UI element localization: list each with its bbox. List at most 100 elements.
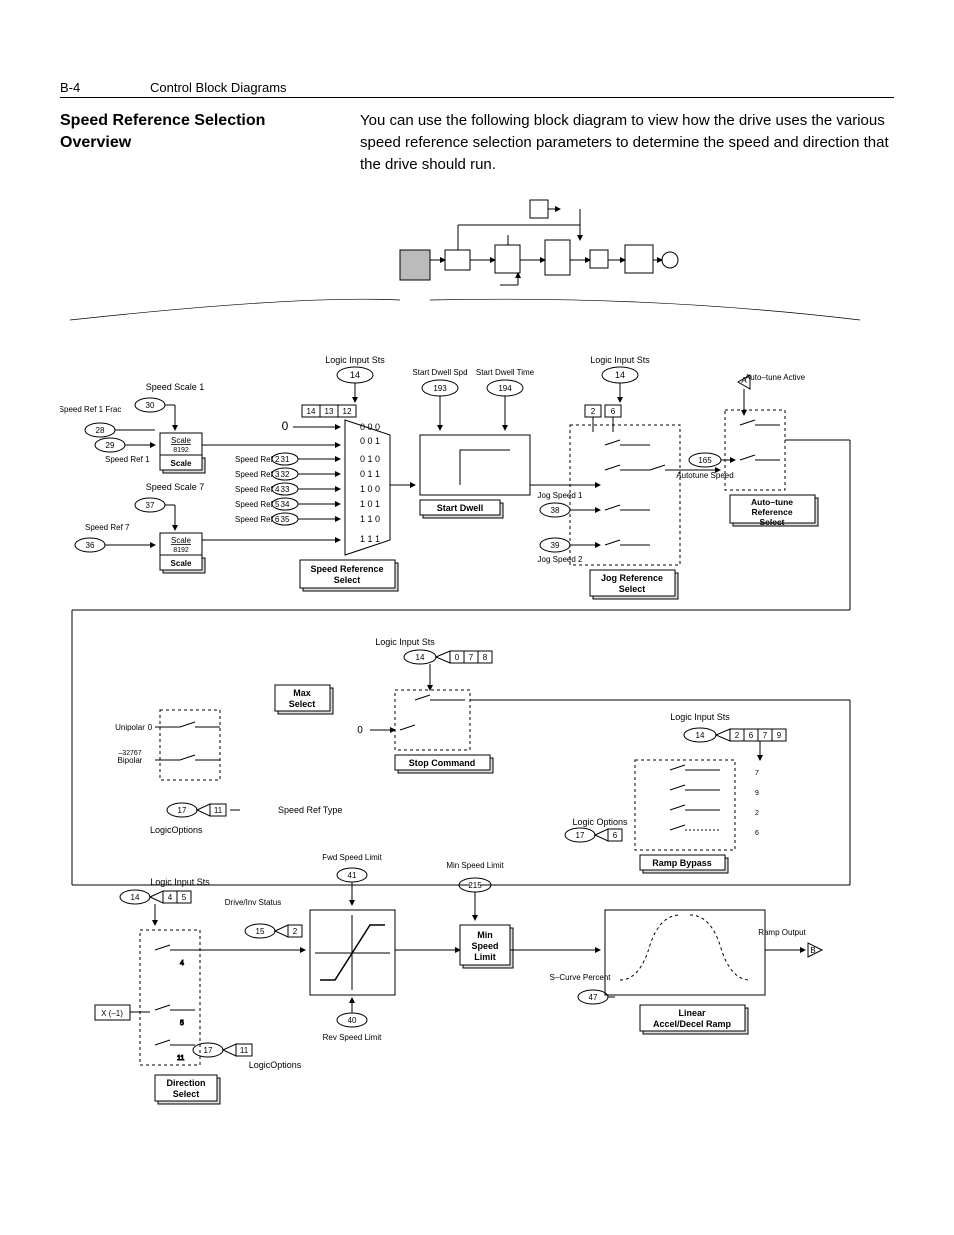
svg-text:6: 6 [613, 831, 618, 840]
svg-text:Logic Input Sts: Logic Input Sts [375, 637, 435, 647]
unipolar-bipolar-group: Unipolar 0 –32767 Bipolar [115, 710, 220, 780]
svg-text:6: 6 [611, 407, 616, 416]
svg-text:Logic Input Sts: Logic Input Sts [590, 355, 650, 365]
speed-ref-select-block: Speed Reference Select [300, 420, 415, 591]
svg-text:13: 13 [325, 407, 334, 416]
start-dwell-params: Start Dwell Spd 193 Start Dwell Time 194 [412, 368, 534, 430]
svg-text:Unipolar: Unipolar [115, 723, 145, 732]
svg-text:1 1 0: 1 1 0 [360, 514, 380, 524]
svg-text:Direction: Direction [166, 1078, 205, 1088]
logic-input-sts-left: Logic Input Sts 14 14 13 12 [302, 355, 385, 417]
svg-text:Drive/Inv Status: Drive/Inv Status [225, 898, 281, 907]
svg-text:215: 215 [468, 881, 482, 890]
svg-text:32: 32 [281, 470, 290, 479]
svg-text:37: 37 [146, 501, 155, 510]
min-speed-limit-block: Min Speed Limit 215 Min Speed Limit [446, 861, 600, 968]
svg-text:Speed Scale 7: Speed Scale 7 [146, 482, 205, 492]
svg-text:11: 11 [177, 1055, 184, 1062]
speed-limit-block: Fwd Speed Limit 41 40 Rev Speed Limit [195, 853, 460, 1042]
svg-text:Scale: Scale [171, 536, 192, 545]
svg-text:1 0 1: 1 0 1 [360, 499, 380, 509]
svg-text:14: 14 [696, 731, 705, 740]
svg-text:Ramp Output: Ramp Output [758, 928, 806, 937]
svg-text:Select: Select [619, 584, 646, 594]
svg-text:34: 34 [281, 500, 290, 509]
svg-text:Select: Select [759, 517, 784, 527]
svg-text:28: 28 [96, 426, 105, 435]
page-number: B-4 [60, 80, 150, 95]
svg-text:194: 194 [498, 384, 512, 393]
svg-text:0: 0 [148, 723, 153, 732]
svg-text:Scale: Scale [171, 436, 192, 445]
svg-text:S–Curve Percent: S–Curve Percent [550, 973, 612, 982]
svg-text:Speed: Speed [471, 941, 498, 951]
svg-text:2: 2 [735, 731, 740, 740]
svg-text:Speed Ref 7: Speed Ref 7 [85, 523, 130, 532]
svg-text:14: 14 [131, 893, 140, 902]
svg-text:31: 31 [281, 455, 290, 464]
svg-text:Rev Speed Limit: Rev Speed Limit [323, 1033, 382, 1042]
svg-text:11: 11 [240, 1046, 249, 1055]
svg-text:8192: 8192 [173, 447, 189, 454]
svg-text:Jog Reference: Jog Reference [601, 573, 663, 583]
svg-text:0 0 1: 0 0 1 [360, 436, 380, 446]
svg-text:47: 47 [589, 993, 598, 1002]
svg-text:33: 33 [281, 485, 290, 494]
start-dwell-block: Start Dwell [420, 435, 600, 518]
svg-text:6: 6 [755, 830, 759, 837]
section-title: Speed Reference Selection Overview [60, 110, 320, 175]
logic-input-sts-right-bottom: Logic Input Sts 14 2 6 7 9 [670, 712, 786, 760]
svg-text:Speed Scale 1: Speed Scale 1 [146, 382, 205, 392]
logic-input-sts-mid: Logic Input Sts 14 0 7 8 [375, 637, 492, 690]
speed-ref-type: 17 11 Speed Ref Type LogicOptions [150, 803, 342, 835]
svg-text:Stop Command: Stop Command [409, 758, 476, 768]
svg-text:4: 4 [180, 960, 184, 967]
svg-text:Start Dwell Time: Start Dwell Time [476, 368, 535, 377]
svg-text:Speed Ref 1: Speed Ref 1 [105, 455, 150, 464]
autotune-active: Auto–tune Active A [738, 373, 806, 415]
svg-text:0: 0 [282, 419, 289, 433]
chapter-title: Control Block Diagrams [150, 80, 287, 95]
svg-text:1 0 0: 1 0 0 [360, 484, 380, 494]
svg-text:Ramp Bypass: Ramp Bypass [652, 858, 712, 868]
svg-text:Logic Input Sts: Logic Input Sts [325, 355, 385, 365]
svg-text:17: 17 [178, 806, 187, 815]
svg-text:41: 41 [348, 871, 357, 880]
svg-text:14: 14 [416, 653, 425, 662]
svg-text:0 1 1: 0 1 1 [360, 469, 380, 479]
svg-text:B: B [810, 946, 815, 955]
logic-input-sts-right-top: Logic Input Sts 14 2 6 [585, 355, 650, 417]
svg-text:9: 9 [755, 790, 759, 797]
stop-command-block: 0 Stop Command [72, 690, 850, 885]
svg-text:38: 38 [551, 506, 560, 515]
svg-text:17: 17 [204, 1046, 213, 1055]
svg-text:5: 5 [182, 893, 187, 902]
svg-text:Auto–tune: Auto–tune [751, 497, 793, 507]
svg-text:Logic Options: Logic Options [572, 817, 628, 827]
svg-text:6: 6 [749, 731, 754, 740]
svg-text:39: 39 [551, 541, 560, 550]
svg-text:2: 2 [591, 407, 596, 416]
svg-text:29: 29 [106, 441, 115, 450]
svg-text:4: 4 [168, 893, 173, 902]
svg-text:0: 0 [455, 653, 460, 662]
svg-text:Min: Min [477, 930, 493, 940]
svg-text:8192: 8192 [173, 547, 189, 554]
svg-text:1 1 1: 1 1 1 [360, 534, 380, 544]
svg-text:0 1 0: 0 1 0 [360, 454, 380, 464]
svg-text:Auto–tune Active: Auto–tune Active [745, 373, 806, 382]
svg-text:Select: Select [173, 1089, 200, 1099]
svg-text:Bipolar: Bipolar [118, 756, 143, 765]
svg-text:7: 7 [469, 653, 474, 662]
svg-text:165: 165 [698, 456, 712, 465]
svg-text:LogicOptions: LogicOptions [249, 1060, 302, 1070]
svg-text:Start Dwell: Start Dwell [437, 503, 484, 513]
linear-ramp-block: S–Curve Percent 47 Linear Accel/Decel Ra… [550, 910, 822, 1034]
svg-text:Linear: Linear [678, 1008, 706, 1018]
svg-text:36: 36 [86, 541, 95, 550]
intro-text: You can use the following block diagram … [360, 110, 894, 175]
svg-text:Accel/Decel Ramp: Accel/Decel Ramp [653, 1019, 732, 1029]
svg-text:17: 17 [576, 831, 585, 840]
svg-text:Limit: Limit [474, 952, 496, 962]
zero-input-mux: 0 0 0 0 0 0 1 [282, 419, 380, 446]
